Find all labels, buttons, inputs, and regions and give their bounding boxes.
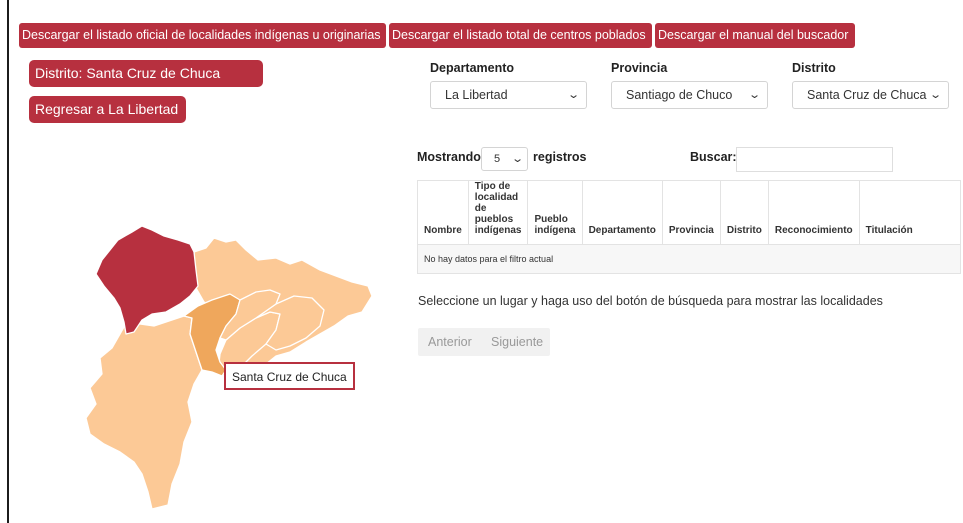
records-label: registros	[533, 150, 587, 164]
departamento-select[interactable]: La Libertad ⌄	[430, 81, 587, 109]
map-tooltip: Santa Cruz de Chuca	[224, 362, 355, 390]
previous-page-button[interactable]: Anterior	[428, 328, 472, 356]
pagination: Anterior Siguiente	[418, 328, 550, 356]
provincia-select[interactable]: Santiago de Chuco ⌄	[611, 81, 768, 109]
chevron-down-icon: ⌄	[747, 89, 761, 101]
instruction-text: Seleccione un lugar y haga uso del botón…	[418, 294, 883, 308]
departamento-value: La Libertad	[445, 88, 508, 102]
page-length-value: 5	[494, 153, 501, 165]
search-input[interactable]	[736, 147, 893, 172]
district-shape[interactable]	[85, 315, 203, 510]
column-header-provincia[interactable]: Provincia	[661, 180, 721, 245]
page-length-select[interactable]: 5 ⌄	[481, 147, 528, 171]
back-to-region-button[interactable]: Regresar a La Libertad	[29, 96, 186, 123]
column-header-departamento[interactable]: Departamento	[581, 180, 663, 245]
chevron-down-icon: ⌄	[928, 89, 942, 101]
download-populated-centers-button[interactable]: Descargar el listado total de centros po…	[389, 23, 652, 48]
localities-table: Nombre Tipo de localidad de pueblos indí…	[417, 180, 962, 274]
column-header-tipo-localidad[interactable]: Tipo de localidad de pueblos indígenas	[467, 180, 529, 245]
column-header-reconocimiento[interactable]: Reconocimiento	[767, 180, 860, 245]
search-label: Buscar:	[690, 150, 737, 164]
distrito-select[interactable]: Santa Cruz de Chuca ⌄	[792, 81, 949, 109]
distrito-value: Santa Cruz de Chuca	[807, 88, 927, 102]
download-manual-button[interactable]: Descargar el manual del buscador	[655, 23, 855, 48]
chevron-down-icon: ⌄	[566, 89, 580, 101]
next-page-button[interactable]: Siguiente	[491, 328, 543, 356]
district-badge: Distrito: Santa Cruz de Chuca	[29, 60, 263, 87]
column-header-titulacion[interactable]: Titulación	[858, 180, 962, 245]
empty-table-message: No hay datos para el filtro actual	[417, 244, 961, 274]
provincia-label: Provincia	[611, 61, 668, 75]
departamento-label: Departamento	[430, 61, 515, 75]
column-header-nombre[interactable]: Nombre	[417, 180, 469, 245]
download-indigenous-list-button[interactable]: Descargar el listado oficial de localida…	[19, 23, 386, 48]
table-header-row: Nombre Tipo de localidad de pueblos indí…	[417, 180, 962, 245]
showing-label: Mostrando	[417, 150, 481, 164]
column-header-pueblo-indigena[interactable]: Pueblo indígena	[527, 180, 583, 245]
column-header-distrito[interactable]: Distrito	[719, 180, 769, 245]
table-row: No hay datos para el filtro actual	[417, 244, 961, 274]
provincia-value: Santiago de Chuco	[626, 88, 733, 102]
chevron-down-icon: ⌄	[510, 153, 524, 165]
distrito-label: Distrito	[792, 61, 836, 75]
